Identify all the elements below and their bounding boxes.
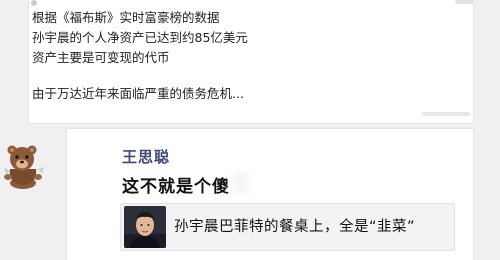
more-indicator [422, 112, 470, 116]
post-line: 资产主要是可变现的代币 [32, 50, 170, 65]
post-line: 孙宇晨的个人净资产已达到约85亿美元 [32, 30, 248, 45]
scroll-indicator-bar [455, 0, 473, 4]
comment-text: 这不就是个傻 [122, 177, 230, 197]
post-line: 根据《福布斯》实时富豪榜的数据 [32, 10, 220, 25]
post-line[interactable]: 由于万达近年来面临严重的债务危机... [32, 84, 462, 104]
post-body: 根据《福布斯》实时富豪榜的数据 孙宇晨的个人净资产已达到约85亿美元 资产主要是… [32, 8, 462, 104]
comment-username[interactable]: 王思聪 [122, 146, 170, 167]
scroll-indicator-dot [31, 0, 37, 6]
feed-screen: 根据《福布斯》实时富豪榜的数据 孙宇晨的个人净资产已达到约85亿美元 资产主要是… [0, 0, 500, 260]
post-card[interactable]: 根据《福布斯》实时富豪榜的数据 孙宇晨的个人净资产已达到约85亿美元 资产主要是… [28, 0, 474, 124]
cartoon-bear-avatar-icon[interactable] [0, 139, 46, 191]
person-photo-thumbnail [124, 206, 166, 248]
blurred-censor [228, 172, 254, 194]
quoted-post-title[interactable]: 孙宇晨巴菲特的餐桌上，全是“韭菜” [174, 215, 415, 236]
